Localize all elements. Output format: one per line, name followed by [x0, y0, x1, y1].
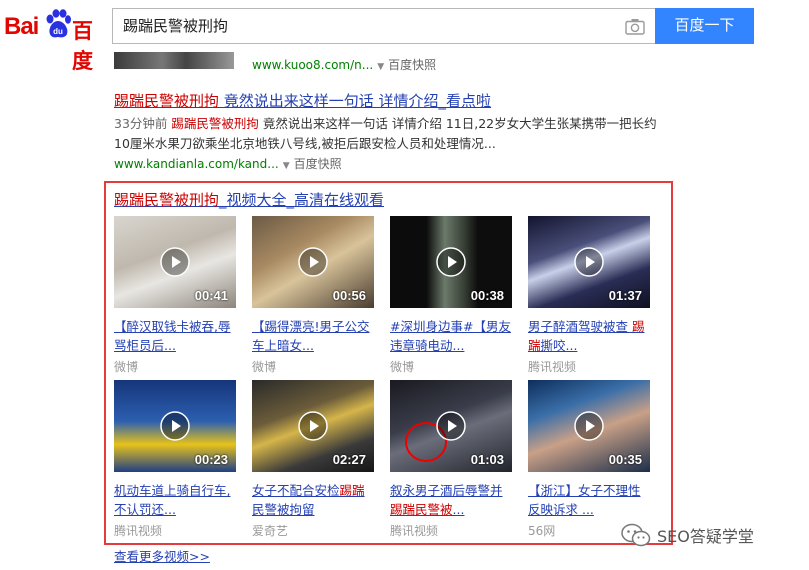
video-source: 爱奇艺	[252, 524, 289, 538]
result-time: 33分钟前	[114, 116, 168, 131]
video-title-text: ...	[452, 502, 465, 517]
result-url-line: www.kandianla.com/kand... ▼ 百度快照	[114, 155, 342, 172]
video-card[interactable]: 01:37 男子醉酒驾驶被查 踢踹撕咬... 腾讯视频	[528, 216, 650, 375]
video-title-text: _视频大全_高清在线观看	[219, 191, 385, 209]
video-thumbnail[interactable]: 01:37	[528, 216, 650, 308]
play-icon[interactable]	[298, 247, 328, 277]
video-source: 微博	[114, 360, 139, 374]
video-title[interactable]: 【醉汉取钱卡被吞,辱骂柜员后...	[114, 317, 236, 355]
video-card[interactable]: 00:38 #深圳身边事#【男友违章骑电动... 微博	[390, 216, 512, 375]
baidu-paw-icon: du	[46, 9, 71, 38]
video-title[interactable]: 【浙江】女子不理性反映诉求 ...	[528, 481, 650, 519]
video-title[interactable]: 女子不配合安检踢踹民警被拘留	[252, 481, 374, 519]
baidu-logo[interactable]: Bai du 百度	[4, 6, 106, 73]
video-thumbnail[interactable]: 00:38	[390, 216, 512, 308]
video-duration: 00:23	[194, 452, 228, 467]
play-icon[interactable]	[436, 411, 466, 441]
svg-text:du: du	[53, 27, 63, 36]
video-title-text: 女子不配合安检	[252, 483, 340, 498]
watermark-text: SEO答疑学堂	[657, 527, 754, 546]
result-url[interactable]: www.kuoo8.com/n...	[252, 58, 373, 72]
search-query-text[interactable]: 踢踹民警被刑拘	[123, 9, 228, 43]
video-title-highlight: 踢踹	[528, 319, 645, 353]
video-card[interactable]: 00:41 【醉汉取钱卡被吞,辱骂柜员后... 微博	[114, 216, 236, 375]
video-source: 微博	[390, 360, 415, 374]
video-thumbnail[interactable]: 00:23	[114, 380, 236, 472]
watermark: SEO答疑学堂	[621, 522, 754, 548]
video-title-highlight: 踢踹	[339, 483, 365, 498]
result-url-line: www.kuoo8.com/n... ▼ 百度快照	[252, 56, 436, 73]
result-url[interactable]: www.kandianla.com/kand...	[114, 157, 279, 171]
video-card[interactable]: 01:03 叙永男子酒后辱警并踢踹民警被... 腾讯视频	[390, 380, 512, 539]
video-title[interactable]: #深圳身边事#【男友违章骑电动...	[390, 317, 512, 355]
video-source: 腾讯视频	[390, 524, 439, 538]
video-duration: 01:37	[608, 288, 642, 303]
wechat-icon	[621, 523, 651, 547]
chevron-down-icon[interactable]: ▼	[283, 161, 290, 171]
video-title[interactable]: 男子醉酒驾驶被查 踢踹撕咬...	[528, 317, 650, 355]
video-thumbnail[interactable]: 00:35	[528, 380, 650, 472]
abstract-highlight: 踢踹民警被刑拘	[171, 116, 259, 131]
video-title-highlight: 踢踹民警被	[390, 502, 453, 517]
play-icon[interactable]	[436, 247, 466, 277]
video-thumbnail[interactable]: 02:27	[252, 380, 374, 472]
video-title-text: 民警被拘留	[252, 502, 315, 517]
play-icon[interactable]	[574, 411, 604, 441]
video-title[interactable]: 机动车道上骑自行车,不认罚还...	[114, 481, 236, 519]
snapshot-link[interactable]: 百度快照	[294, 157, 342, 171]
video-title[interactable]: 【踢得漂亮!男子公交车上暗女...	[252, 317, 374, 355]
result-abstract: 33分钟前 踢踹民警被刑拘 竟然说出来这样一句话 详情介绍 11日,22岁女大学…	[114, 114, 659, 154]
play-icon[interactable]	[574, 247, 604, 277]
video-card[interactable]: 00:56 【踢得漂亮!男子公交车上暗女... 微博	[252, 216, 374, 375]
video-card[interactable]: 02:27 女子不配合安检踢踹民警被拘留 爱奇艺	[252, 380, 374, 539]
logo-text-bai: Bai	[4, 13, 39, 40]
play-icon[interactable]	[160, 411, 190, 441]
video-duration: 00:38	[470, 288, 504, 303]
video-source: 微博	[252, 360, 277, 374]
play-icon[interactable]	[298, 411, 328, 441]
video-duration: 00:35	[608, 452, 642, 467]
video-card[interactable]: 00:23 机动车道上骑自行车,不认罚还... 腾讯视频	[114, 380, 236, 539]
result-thumbnail[interactable]	[114, 52, 234, 69]
chevron-down-icon[interactable]: ▼	[377, 62, 384, 72]
video-title-text: 叙永男子酒后辱警并	[390, 483, 503, 498]
video-duration: 00:56	[332, 288, 366, 303]
video-card[interactable]: 00:35 【浙江】女子不理性反映诉求 ... 56网	[528, 380, 650, 539]
video-duration: 02:27	[332, 452, 366, 467]
search-input[interactable]: 踢踹民警被刑拘	[112, 8, 655, 44]
result-title-text: 竟然说出来这样一句话 详情介绍_看点啦	[219, 92, 492, 110]
video-title[interactable]: 叙永男子酒后辱警并踢踹民警被...	[390, 481, 512, 519]
logo-text-baidu: 百度	[72, 19, 93, 73]
result-title-highlight: 踢踹民警被刑拘	[114, 92, 220, 110]
video-thumbnail[interactable]: 01:03	[390, 380, 512, 472]
video-thumbnail[interactable]: 00:56	[252, 216, 374, 308]
video-source: 腾讯视频	[528, 360, 577, 374]
more-videos-link[interactable]: 查看更多视频>>	[114, 546, 210, 565]
video-thumbnail[interactable]: 00:41	[114, 216, 236, 308]
play-icon[interactable]	[160, 247, 190, 277]
video-duration: 00:41	[194, 288, 228, 303]
video-title-highlight: 踢踹民警被刑拘	[114, 191, 220, 209]
video-duration: 01:03	[470, 452, 504, 467]
result-title-link[interactable]: 踢踹民警被刑拘 竟然说出来这样一句话 详情介绍_看点啦	[114, 90, 491, 111]
camera-icon[interactable]	[625, 18, 645, 35]
video-source: 腾讯视频	[114, 524, 163, 538]
search-button[interactable]: 百度一下	[655, 8, 754, 44]
video-box-title-link[interactable]: 踢踹民警被刑拘_视频大全_高清在线观看	[114, 189, 384, 210]
snapshot-link[interactable]: 百度快照	[388, 58, 436, 72]
